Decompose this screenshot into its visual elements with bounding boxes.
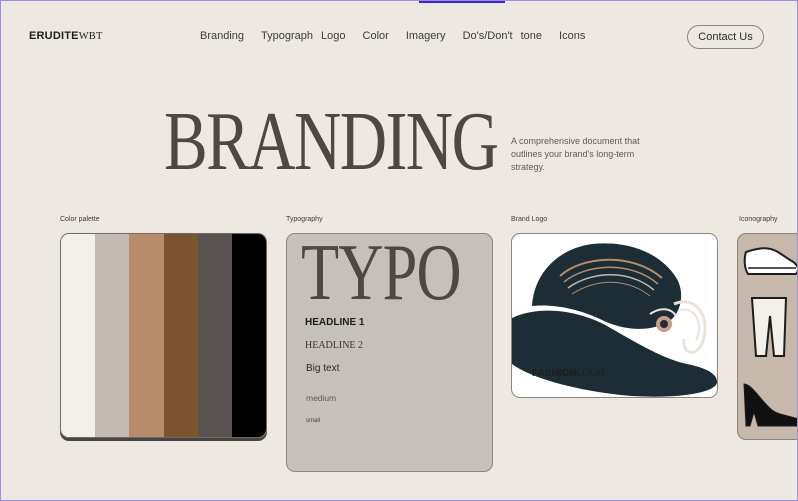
hero-title: BRANDING bbox=[164, 95, 499, 188]
headline-2-sample: HEADLINE 2 bbox=[305, 340, 364, 351]
logo-label: Brand Logo bbox=[511, 216, 548, 223]
nav-logo[interactable]: Logo bbox=[321, 30, 345, 42]
swatch-2 bbox=[95, 234, 130, 437]
swatch-5 bbox=[197, 234, 232, 437]
big-text-sample: Big text bbox=[306, 363, 340, 374]
swatch-6 bbox=[231, 234, 266, 437]
headline-1-sample: HEADLINE 1 bbox=[305, 317, 365, 328]
small-text-sample: small bbox=[306, 418, 321, 424]
icons-label: Iconography bbox=[739, 216, 778, 223]
iconography-graphic bbox=[743, 247, 797, 427]
top-edge-link[interactable] bbox=[419, 1, 505, 3]
nav-branding[interactable]: Branding bbox=[200, 30, 244, 42]
high-heel-icon bbox=[743, 383, 797, 427]
medium-text-sample: medium bbox=[306, 393, 337, 403]
hero-description: A comprehensive document that outlines y… bbox=[511, 136, 640, 172]
typography-card[interactable]: TYPO HEADLINE 1 HEADLINE 2 Big text medi… bbox=[286, 233, 493, 472]
nav-imagery[interactable]: Imagery bbox=[406, 30, 446, 42]
swatch-4 bbox=[163, 234, 198, 437]
fashion-light: LOGO bbox=[576, 368, 605, 379]
main-nav: Branding Typograph Logo Color Imagery Do… bbox=[200, 30, 602, 42]
fashion-logo-wordmark: FASHIONLOGO bbox=[532, 368, 604, 379]
palette-label: Color palette bbox=[60, 216, 100, 223]
swatch-3 bbox=[129, 234, 164, 437]
site-logo[interactable]: ERUDITEWBT bbox=[29, 30, 103, 42]
page-frame: ERUDITEWBT Branding Typograph Logo Color… bbox=[0, 0, 798, 501]
sneaker-icon bbox=[743, 247, 797, 275]
typography-label: Typography bbox=[286, 216, 323, 223]
brand-logo-card[interactable]: FASHIONLOGO bbox=[511, 233, 718, 398]
logo-bold: ERUDITE bbox=[29, 30, 79, 42]
contact-button[interactable]: Contact Us bbox=[687, 25, 764, 49]
nav-tone[interactable]: tone bbox=[521, 30, 542, 42]
color-palette-card[interactable] bbox=[60, 233, 267, 438]
swatch-1 bbox=[61, 234, 96, 437]
typo-sample: TYPO bbox=[301, 233, 462, 317]
pants-icon bbox=[750, 297, 788, 357]
nav-color[interactable]: Color bbox=[363, 30, 389, 42]
nav-dos-donts[interactable]: Do's/Don't bbox=[463, 30, 513, 42]
logo-light: WBT bbox=[78, 31, 103, 42]
iconography-card[interactable] bbox=[737, 233, 797, 440]
fashion-bold: FASHION bbox=[532, 368, 577, 379]
nav-typography[interactable]: Typograph bbox=[261, 30, 313, 42]
nav-icons[interactable]: Icons bbox=[559, 30, 585, 42]
